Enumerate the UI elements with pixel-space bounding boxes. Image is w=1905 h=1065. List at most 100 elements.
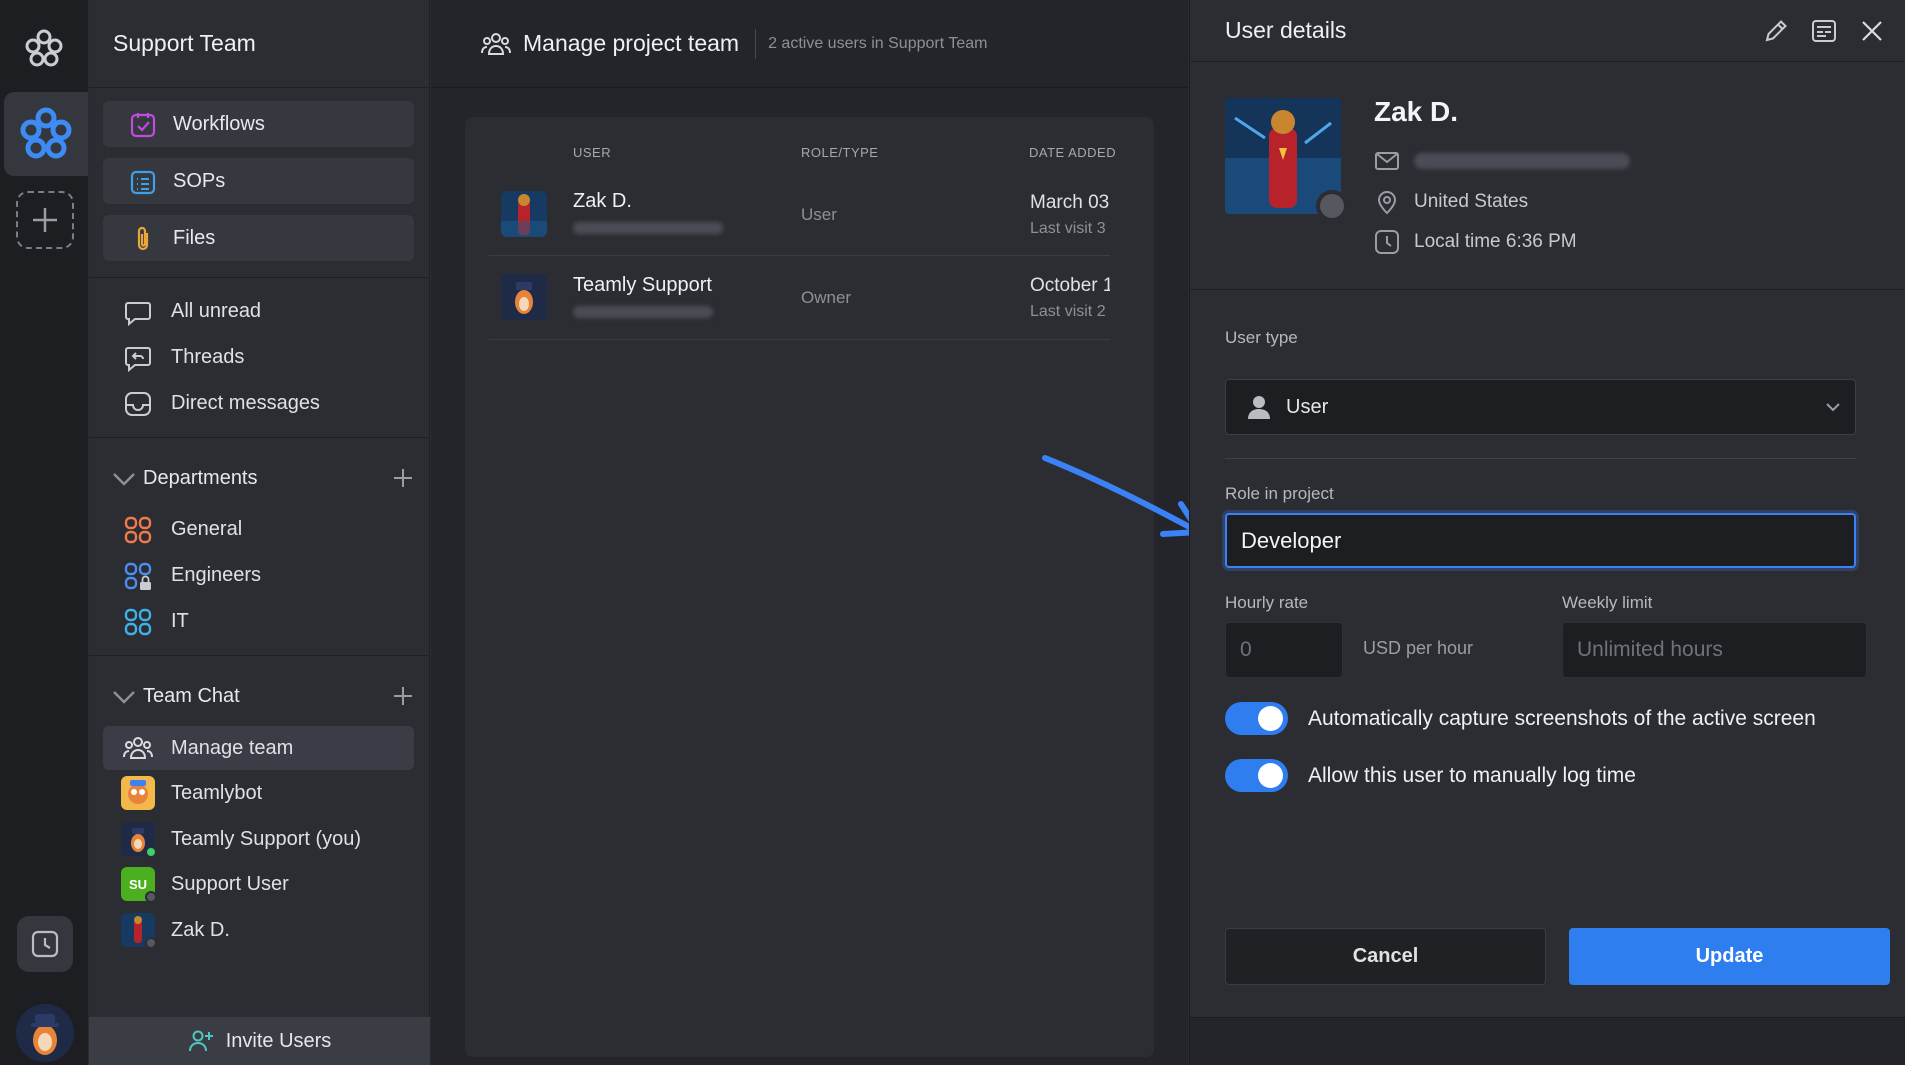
sidebar-item-engineers[interactable]: Engineers [103,554,414,596]
table-row-teamly-support[interactable]: Teamly Support Owner October 1 Last visi… [489,256,1110,340]
divider [89,655,430,656]
sidebar-item-manage-team[interactable]: Manage team [103,726,414,770]
sidebar-item-label: Manage team [171,736,294,759]
weekly-limit-input[interactable] [1562,622,1867,678]
hourly-rate-input[interactable] [1225,622,1343,678]
profile-card-icon[interactable] [1811,18,1837,44]
user-role: User [801,205,837,224]
user-email-line [1374,150,1630,172]
screenshot-capture-setting: Automatically capture screenshots of the… [1225,702,1816,735]
hourly-rate-label: Hourly rate [1225,593,1309,612]
sidebar-item-label: Engineers [171,563,262,586]
screenshot-capture-toggle[interactable] [1225,702,1288,735]
departments-section-header[interactable]: Departments [103,458,414,498]
sidebar-item-all-unread[interactable]: All unread [103,290,414,332]
user-location: United States [1414,191,1529,212]
sidebar-item-general[interactable]: General [103,508,414,550]
sidebar-item-label: Zak D. [171,918,230,941]
cancel-button[interactable]: Cancel [1225,928,1546,985]
user-name: Zak D. [573,190,632,212]
last-visit: Last visit 3 [1030,220,1106,237]
sidebar-item-label: Teamlybot [171,781,263,804]
plus-icon [33,208,57,232]
app-logo-icon[interactable] [22,24,66,76]
last-visit: Last visit 2 [1030,303,1106,320]
sidebar: Support Team Workflows SOPs Files All un… [89,0,430,1065]
sidebar-item-teamlybot[interactable]: Teamlybot [103,771,414,815]
chevron-down-icon[interactable] [111,684,137,708]
arrow-annotation-icon [1042,455,1202,537]
sidebar-item-threads[interactable]: Threads [103,336,414,378]
sidebar-item-label: All unread [171,299,262,322]
user-email-redacted [573,306,713,318]
user-type-label: User type [1225,328,1298,347]
team-chat-section-header[interactable]: Team Chat [103,676,414,716]
manual-time-toggle[interactable] [1225,759,1288,792]
close-icon[interactable] [1859,18,1885,44]
add-workspace-button[interactable] [16,191,74,249]
sidebar-item-label: Teamly Support (you) [171,827,362,850]
user-local-time: Local time 6:36 PM [1414,231,1577,252]
sidebar-item-zak-d[interactable]: Zak D. [103,908,414,952]
column-header-date[interactable]: DATE ADDED [1029,145,1116,160]
manual-time-setting: Allow this user to manually log time [1225,759,1636,792]
update-button[interactable]: Update [1569,928,1890,985]
user-profile-summary: Zak D. United States Local time 6:36 PM [1190,62,1905,290]
date-added: October 1 [1030,275,1110,296]
sidebar-item-files[interactable]: Files [103,215,414,261]
date-added: March 03 [1030,192,1110,213]
workspace-support-team-icon[interactable] [4,92,88,176]
chevron-down-icon[interactable] [111,466,137,490]
manual-time-label: Allow this user to manually log time [1308,763,1636,787]
offline-status-dot [145,937,157,949]
user-location-line: United States [1374,189,1528,215]
column-header-role[interactable]: ROLE/TYPE [801,145,878,160]
invite-users-button[interactable]: Invite Users [89,1017,430,1065]
active-users-count: 2 active users in Support Team [768,34,988,52]
user-type-value: User [1286,395,1329,418]
add-chat-icon[interactable] [392,685,414,707]
edit-pencil-icon[interactable] [1763,18,1789,44]
team-icon [123,737,153,759]
sidebar-item-support-user[interactable]: SU Support User [103,862,414,906]
panel-footer [1190,1017,1905,1065]
user-local-time-line: Local time 6:36 PM [1374,229,1577,255]
clock-icon [31,930,59,958]
location-pin-icon [1377,191,1397,215]
department-general-icon [124,516,152,544]
invite-users-label: Invite Users [225,1029,332,1052]
sidebar-item-teamly-support[interactable]: Teamly Support (you) [103,817,414,861]
mail-icon [1375,152,1399,170]
weekly-limit-label: Weekly limit [1562,593,1653,612]
add-department-icon[interactable] [392,467,414,489]
add-user-icon [188,1030,213,1052]
sidebar-item-direct-messages[interactable]: Direct messages [103,382,414,424]
section-title: Departments [143,466,258,489]
table-row-zak[interactable]: Zak D. User March 03 Last visit 3 [489,176,1110,256]
sidebar-item-workflows[interactable]: Workflows [103,101,414,147]
current-user-avatar[interactable] [16,1004,74,1062]
currency-unit-label: USD per hour [1363,638,1474,658]
divider [755,28,757,59]
status-indicator [1316,190,1348,222]
online-status-dot [145,846,157,858]
user-email-redacted [573,222,723,234]
column-header-user[interactable]: USER [573,145,611,160]
sidebar-item-sops[interactable]: SOPs [103,158,414,204]
sidebar-item-label: Direct messages [171,391,320,414]
offline-status-dot [145,891,157,903]
clock-icon [1375,230,1399,254]
role-in-project-input[interactable] [1225,513,1856,568]
sidebar-item-it[interactable]: IT [103,600,414,642]
time-tracker-button[interactable] [17,916,73,972]
divider [89,277,430,278]
divider [1225,458,1856,459]
section-title: Team Chat [143,684,240,707]
user-avatar [501,274,547,320]
sidebar-item-label: Workflows [173,112,265,135]
department-it-icon [124,608,152,636]
sidebar-item-label: General [171,517,243,540]
sidebar-item-label: IT [171,609,189,632]
user-type-select[interactable]: User [1225,379,1856,435]
user-name: Teamly Support [573,274,712,296]
